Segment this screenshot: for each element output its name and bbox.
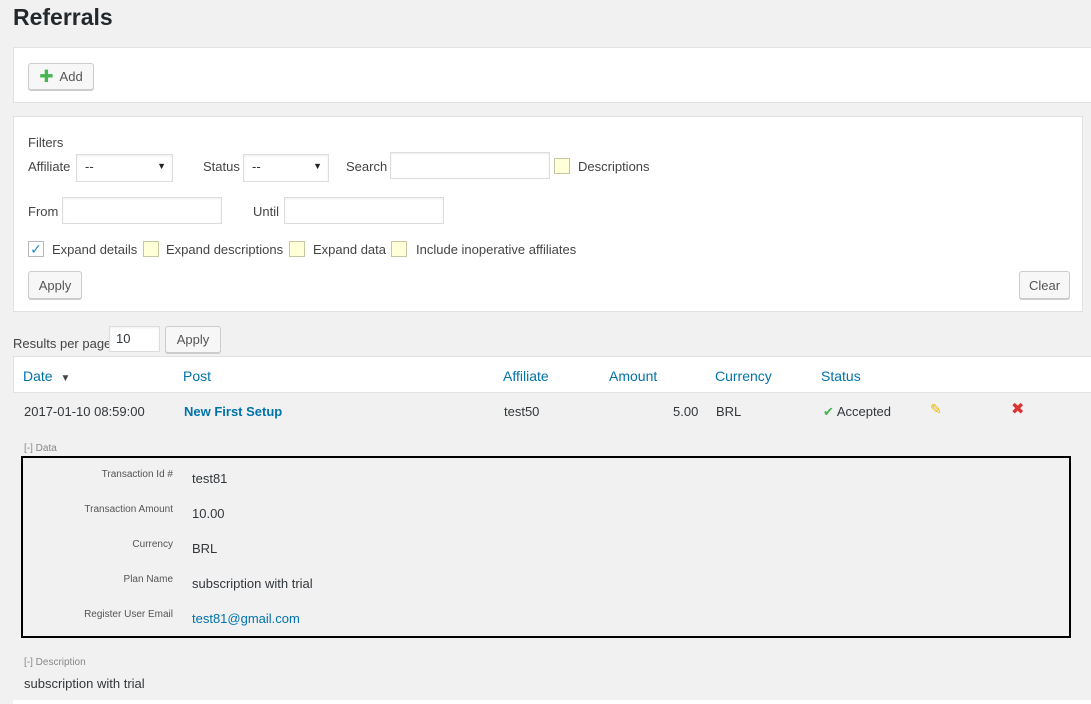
- row-affiliate: test50: [504, 404, 540, 419]
- column-header-amount[interactable]: Amount: [609, 368, 657, 384]
- expand-descriptions-checkbox[interactable]: [143, 241, 159, 257]
- results-per-page-input[interactable]: 10: [109, 326, 160, 352]
- status-select[interactable]: -- ▼: [243, 154, 329, 182]
- descriptions-checkbox[interactable]: [554, 158, 570, 174]
- row-description: subscription with trial: [24, 676, 145, 691]
- add-button[interactable]: ✚ Add: [28, 63, 94, 90]
- descriptions-label: Descriptions: [578, 159, 650, 174]
- row-date: 2017-01-10 08:59:00: [24, 404, 145, 419]
- description-toggle[interactable]: [-] Description: [24, 657, 86, 668]
- check-icon: ✔: [823, 404, 834, 419]
- row-currency: BRL: [716, 404, 742, 419]
- data-label: Currency: [132, 539, 173, 550]
- data-label: Transaction Id #: [101, 469, 173, 480]
- filters-panel: Filters Affiliate -- ▼ Status -- ▼ Searc…: [13, 116, 1083, 312]
- expand-descriptions-label: Expand descriptions: [166, 242, 284, 257]
- column-header-post[interactable]: Post: [183, 368, 211, 384]
- row-status: ✔ Accepted: [823, 404, 891, 420]
- apply-results-button[interactable]: Apply: [165, 326, 221, 353]
- pencil-icon[interactable]: ✎: [930, 401, 942, 418]
- status-select-value: --: [252, 159, 261, 174]
- add-panel: ✚ Add: [13, 47, 1091, 103]
- row-status-label: Accepted: [836, 404, 892, 419]
- data-label: Transaction Amount: [84, 504, 173, 515]
- page-title: Referrals: [13, 4, 113, 30]
- sort-desc-icon: ▼: [60, 373, 71, 384]
- row-post-link[interactable]: New First Setup: [184, 404, 282, 419]
- column-header-currency[interactable]: Currency: [715, 368, 772, 384]
- affiliate-select-value: --: [85, 159, 94, 174]
- results-per-page-label: Results per page: [13, 336, 112, 351]
- expand-details-checkbox[interactable]: ✓: [28, 241, 44, 257]
- include-inoperative-label: Include inoperative affiliates: [416, 242, 577, 257]
- data-label: Register User Email: [84, 609, 173, 620]
- data-label: Plan Name: [123, 574, 173, 585]
- affiliate-label: Affiliate: [28, 159, 71, 174]
- expand-data-checkbox[interactable]: [289, 241, 305, 257]
- column-header-status[interactable]: Status: [821, 368, 861, 384]
- column-header-date[interactable]: Date ▼: [23, 368, 70, 384]
- clear-filters-button[interactable]: Clear: [1019, 271, 1070, 299]
- column-header-affiliate[interactable]: Affiliate: [503, 368, 549, 384]
- chevron-down-icon: ▼: [313, 161, 322, 171]
- add-button-label: Add: [59, 69, 83, 84]
- expand-data-label: Expand data: [313, 242, 387, 257]
- apply-filters-button[interactable]: Apply: [28, 271, 82, 299]
- data-value: subscription with trial: [192, 576, 313, 591]
- table-header: Date ▼ Post Affiliate Amount Currency St…: [13, 356, 1091, 393]
- from-input[interactable]: [62, 197, 222, 224]
- search-input[interactable]: [390, 152, 550, 179]
- checkmark-icon: ✓: [30, 241, 42, 257]
- expand-details-label: Expand details: [52, 242, 138, 257]
- email-link[interactable]: test81@gmail.com: [192, 611, 300, 626]
- filters-heading: Filters: [28, 135, 64, 150]
- data-details-box: Transaction Id # test81 Transaction Amou…: [21, 456, 1071, 638]
- include-inoperative-checkbox[interactable]: [391, 241, 407, 257]
- data-value: test81: [192, 471, 228, 486]
- status-label: Status: [203, 159, 240, 174]
- search-label: Search: [346, 159, 388, 174]
- column-header-date-label: Date: [23, 368, 53, 384]
- delete-x-icon[interactable]: ✖: [1011, 399, 1024, 419]
- row-amount: 5.00: [673, 404, 699, 419]
- affiliate-select[interactable]: -- ▼: [76, 154, 173, 182]
- until-label: Until: [253, 204, 280, 219]
- data-value: BRL: [192, 541, 218, 556]
- plus-icon: ✚: [39, 67, 54, 86]
- from-label: From: [28, 204, 59, 219]
- data-value: 10.00: [192, 506, 225, 521]
- divider: [13, 700, 1091, 704]
- until-input[interactable]: [284, 197, 444, 224]
- chevron-down-icon: ▼: [157, 161, 166, 171]
- data-toggle[interactable]: [-] Data: [24, 443, 57, 454]
